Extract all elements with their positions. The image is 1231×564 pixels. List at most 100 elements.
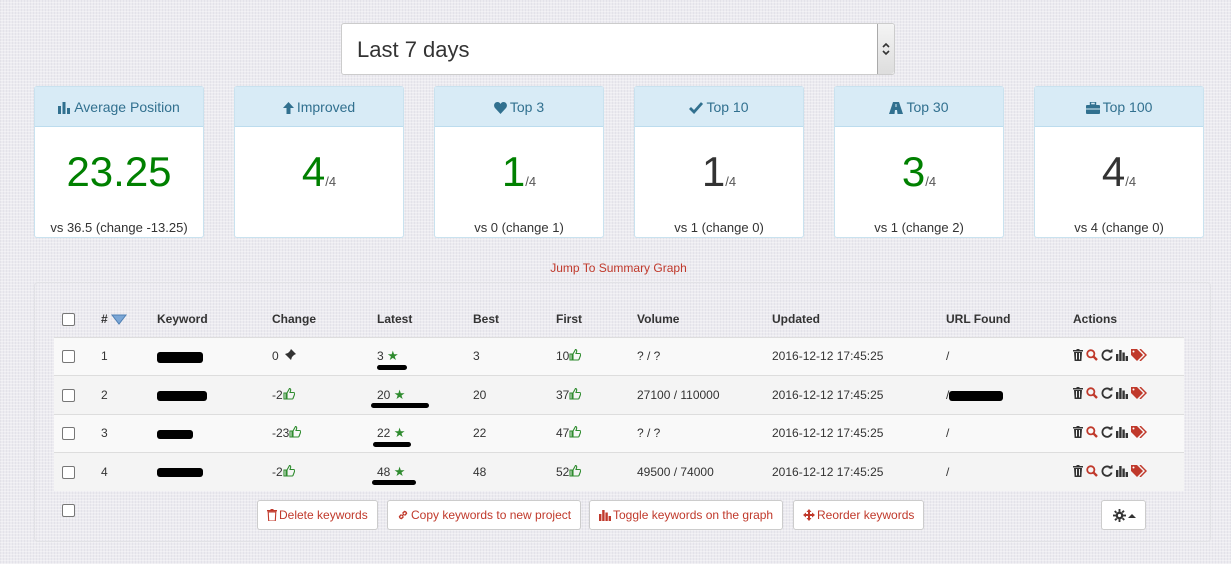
row-best: 48 bbox=[473, 452, 556, 491]
thumbs-up-icon bbox=[289, 426, 302, 438]
card-title: Top 10 bbox=[706, 99, 749, 115]
row-checkbox[interactable] bbox=[62, 350, 75, 364]
card-value: 23.25 bbox=[66, 148, 172, 195]
search-icon[interactable] bbox=[1086, 387, 1098, 402]
row-url[interactable]: / bbox=[946, 336, 1073, 376]
star-icon: ★ bbox=[387, 348, 399, 364]
delete-keywords-button[interactable]: Delete keywords bbox=[257, 500, 378, 530]
redaction-mark bbox=[373, 441, 411, 447]
row-first: 47 bbox=[556, 426, 570, 441]
redacted-keyword bbox=[157, 390, 207, 401]
card-comparison: vs 0 (change 1) bbox=[474, 220, 564, 235]
bar-chart-icon bbox=[58, 102, 71, 114]
header-change[interactable]: Change bbox=[272, 302, 377, 338]
copy-keywords-button[interactable]: Copy keywords to new project bbox=[387, 500, 582, 530]
card-value: 4 bbox=[301, 148, 326, 195]
bar-chart-icon[interactable] bbox=[1116, 426, 1128, 441]
search-icon[interactable] bbox=[1086, 464, 1098, 480]
header-first[interactable]: First bbox=[556, 302, 637, 338]
thumbs-up-icon bbox=[569, 387, 582, 400]
header-volume[interactable]: Volume bbox=[637, 302, 772, 338]
row-updated: 2016-12-12 17:45:25 bbox=[772, 452, 946, 491]
card-title: Top 3 bbox=[509, 99, 545, 115]
card-title: Top 30 bbox=[906, 99, 949, 115]
search-icon[interactable] bbox=[1086, 349, 1098, 364]
card-comparison: vs 4 (change 0) bbox=[1074, 220, 1164, 235]
card-comparison: vs 1 (change 0) bbox=[674, 220, 764, 235]
row-num: 2 bbox=[101, 375, 157, 414]
trash-icon[interactable] bbox=[1073, 425, 1083, 441]
refresh-icon[interactable] bbox=[1101, 425, 1113, 441]
dropdown-arrow-icon[interactable] bbox=[877, 24, 894, 74]
row-url[interactable]: / bbox=[946, 413, 1073, 453]
row-volume: 49500 / 74000 bbox=[637, 452, 772, 491]
tags-icon[interactable] bbox=[1131, 425, 1148, 441]
trash-icon[interactable] bbox=[1073, 464, 1083, 480]
row-actions bbox=[1073, 375, 1184, 414]
reorder-keywords-button[interactable]: Reorder keywords bbox=[793, 500, 925, 530]
header-keyword[interactable]: Keyword bbox=[157, 302, 272, 338]
table-row: 4 -2 48 ★ 48 52 49500 / 74000 2016-12-12… bbox=[54, 452, 1184, 491]
table-row: 2 -2 20 ★ 20 37 27100 / 110000 2016-12-1… bbox=[54, 375, 1184, 414]
sort-down-icon[interactable] bbox=[111, 313, 128, 326]
row-checkbox[interactable] bbox=[62, 466, 75, 480]
road-icon bbox=[889, 102, 904, 114]
header-latest[interactable]: Latest bbox=[377, 302, 473, 338]
card-total: /4 bbox=[925, 174, 937, 189]
trash-icon bbox=[267, 509, 277, 522]
header-best[interactable]: Best bbox=[473, 302, 556, 338]
settings-dropdown-button[interactable] bbox=[1101, 500, 1146, 530]
refresh-icon[interactable] bbox=[1101, 464, 1113, 480]
row-change: -23 bbox=[272, 426, 290, 441]
redacted-keyword bbox=[157, 429, 193, 439]
card-value: 4 bbox=[1101, 148, 1126, 195]
thumbs-up-icon bbox=[283, 464, 295, 477]
search-icon[interactable] bbox=[1086, 426, 1098, 441]
select-all-checkbox[interactable] bbox=[62, 313, 75, 327]
refresh-icon[interactable] bbox=[1101, 348, 1113, 364]
card-top-10: Top 10 1/4 vs 1 (change 0) bbox=[634, 86, 804, 238]
row-checkbox[interactable] bbox=[62, 427, 75, 441]
bar-chart-icon bbox=[599, 510, 611, 521]
row-best: 20 bbox=[473, 375, 556, 414]
tags-icon[interactable] bbox=[1131, 464, 1148, 480]
row-updated: 2016-12-12 17:45:25 bbox=[772, 375, 946, 414]
row-num: 1 bbox=[101, 336, 157, 376]
header-updated[interactable]: Updated bbox=[772, 302, 946, 338]
row-best: 3 bbox=[473, 336, 556, 376]
period-select[interactable]: Last 7 days bbox=[341, 23, 895, 75]
copy-keywords-label: Copy keywords to new project bbox=[411, 508, 572, 522]
row-change: 0 bbox=[272, 349, 279, 364]
tags-icon[interactable] bbox=[1131, 348, 1148, 364]
redacted-keyword bbox=[157, 351, 203, 363]
row-num: 3 bbox=[101, 413, 157, 453]
row-volume: ? / ? bbox=[637, 413, 772, 453]
tags-icon[interactable] bbox=[1131, 386, 1148, 402]
row-updated: 2016-12-12 17:45:25 bbox=[772, 336, 946, 376]
briefcase-icon bbox=[1085, 101, 1100, 114]
jump-to-summary-link[interactable]: Jump To Summary Graph bbox=[0, 261, 1231, 275]
bar-chart-icon[interactable] bbox=[1116, 349, 1128, 364]
refresh-icon[interactable] bbox=[1101, 386, 1113, 402]
toggle-keywords-graph-button[interactable]: Toggle keywords on the graph bbox=[589, 500, 784, 530]
row-change: -2 bbox=[272, 387, 283, 402]
trash-icon[interactable] bbox=[1073, 387, 1083, 402]
row-actions bbox=[1073, 452, 1184, 491]
card-value: 3 bbox=[901, 148, 926, 195]
bar-chart-icon[interactable] bbox=[1116, 387, 1128, 402]
trash-icon[interactable] bbox=[1073, 348, 1083, 364]
reorder-keywords-label: Reorder keywords bbox=[817, 508, 915, 522]
row-url[interactable]: / bbox=[946, 452, 1073, 491]
card-comparison: vs 1 (change 2) bbox=[874, 220, 964, 235]
header-num: # bbox=[101, 312, 108, 327]
card-total: /4 bbox=[325, 174, 337, 189]
header-url-found[interactable]: URL Found bbox=[946, 302, 1073, 338]
row-checkbox[interactable] bbox=[62, 388, 75, 402]
row-num: 4 bbox=[101, 452, 157, 491]
row-actions bbox=[1073, 336, 1184, 376]
card-total: /4 bbox=[525, 174, 537, 189]
card-comparison: vs 36.5 (change -13.25) bbox=[50, 220, 188, 235]
card-total: /4 bbox=[725, 174, 737, 189]
bar-chart-icon[interactable] bbox=[1116, 465, 1128, 480]
bulk-select-checkbox[interactable] bbox=[62, 504, 75, 517]
